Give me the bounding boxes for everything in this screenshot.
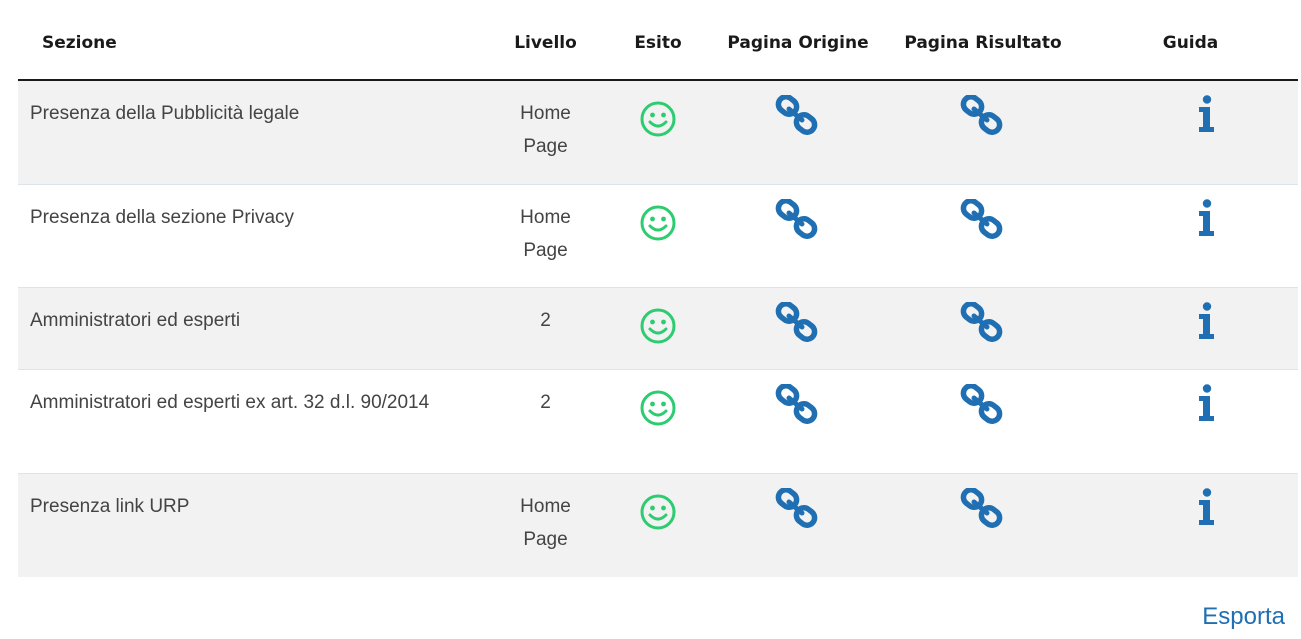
export-link[interactable]: Esporta — [1202, 600, 1285, 634]
cell-guida — [1083, 369, 1298, 474]
cell-pagina-origine — [713, 473, 883, 577]
header-livello: Livello — [488, 0, 603, 81]
cell-livello: Home Page — [488, 184, 603, 288]
smiley-icon — [639, 100, 677, 138]
table-row: Presenza link URP Home Page — [18, 473, 1298, 577]
link-icon[interactable] — [772, 301, 824, 346]
cell-guida — [1083, 80, 1298, 185]
link-icon[interactable] — [772, 383, 824, 428]
cell-esito — [603, 287, 713, 370]
cell-sezione: Presenza della Pubblicità legale — [18, 80, 488, 185]
table-header-row: Sezione Livello Esito Pagina Origine Pag… — [18, 0, 1298, 81]
cell-pagina-risultato — [883, 184, 1083, 288]
cell-pagina-origine — [713, 80, 883, 185]
cell-pagina-risultato — [883, 369, 1083, 474]
cell-livello: Home Page — [488, 80, 603, 185]
cell-sezione: Amministratori ed esperti ex art. 32 d.l… — [18, 369, 488, 474]
cell-sezione: Presenza della sezione Privacy — [18, 184, 488, 288]
info-icon[interactable] — [1197, 301, 1217, 340]
link-icon[interactable] — [772, 198, 824, 243]
smiley-icon — [639, 389, 677, 427]
link-icon[interactable] — [957, 383, 1009, 428]
header-guida: Guida — [1083, 0, 1298, 81]
cell-guida — [1083, 184, 1298, 288]
cell-pagina-origine — [713, 287, 883, 370]
link-icon[interactable] — [772, 95, 824, 139]
link-icon[interactable] — [957, 95, 1009, 139]
info-icon[interactable] — [1197, 383, 1217, 422]
link-icon[interactable] — [957, 301, 1009, 346]
link-icon[interactable] — [957, 487, 1009, 532]
header-pagina-origine: Pagina Origine — [713, 0, 883, 81]
cell-esito — [603, 473, 713, 577]
info-icon[interactable] — [1197, 198, 1217, 237]
link-icon[interactable] — [772, 487, 824, 532]
info-icon[interactable] — [1197, 95, 1217, 133]
cell-guida — [1083, 473, 1298, 577]
cell-esito — [603, 184, 713, 288]
cell-esito — [603, 80, 713, 185]
info-icon[interactable] — [1197, 487, 1217, 526]
header-esito: Esito — [603, 0, 713, 81]
cell-esito — [603, 369, 713, 474]
header-pagina-risultato: Pagina Risultato — [883, 0, 1083, 81]
cell-sezione: Presenza link URP — [18, 473, 488, 577]
cell-pagina-risultato — [883, 287, 1083, 370]
cell-livello: 2 — [488, 287, 603, 370]
smiley-icon — [639, 307, 677, 345]
header-sezione: Sezione — [18, 0, 488, 81]
results-table: Sezione Livello Esito Pagina Origine Pag… — [18, 0, 1298, 577]
smiley-icon — [639, 493, 677, 531]
cell-guida — [1083, 287, 1298, 370]
table-row: Amministratori ed esperti 2 — [18, 287, 1298, 370]
cell-sezione: Amministratori ed esperti — [18, 287, 488, 370]
cell-pagina-origine — [713, 369, 883, 474]
link-icon[interactable] — [957, 198, 1009, 243]
smiley-icon — [639, 204, 677, 242]
table-row: Presenza della sezione Privacy Home Page — [18, 184, 1298, 288]
cell-livello: Home Page — [488, 473, 603, 577]
cell-pagina-risultato — [883, 80, 1083, 185]
cell-pagina-origine — [713, 184, 883, 288]
table-row: Amministratori ed esperti ex art. 32 d.l… — [18, 369, 1298, 474]
cell-livello: 2 — [488, 369, 603, 474]
table-row: Presenza della Pubblicità legale Home Pa… — [18, 80, 1298, 185]
cell-pagina-risultato — [883, 473, 1083, 577]
